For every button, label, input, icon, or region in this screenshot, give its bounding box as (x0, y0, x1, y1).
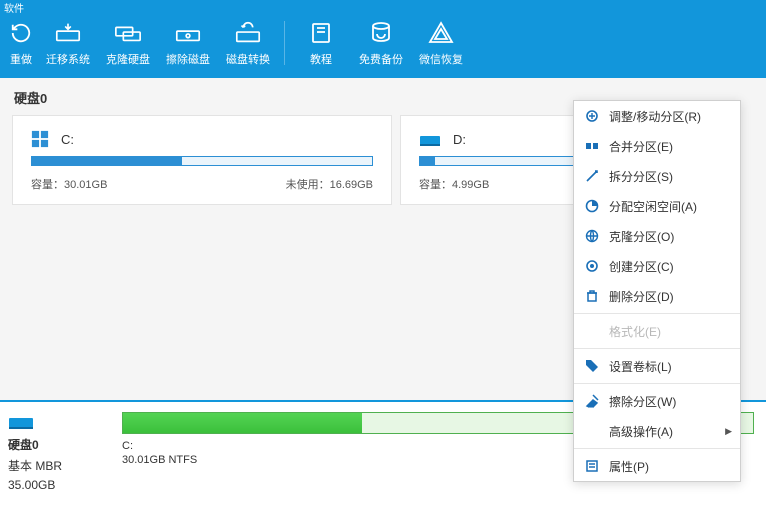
migrate-os-button[interactable]: 迁移系统 (38, 13, 98, 73)
book-icon (307, 19, 335, 47)
ctx-wipe[interactable]: 擦除分区(W) (574, 386, 740, 416)
properties-icon (584, 459, 599, 474)
ctx-separator (574, 383, 740, 384)
drive-wipe-icon (174, 19, 202, 47)
ctx-merge[interactable]: 合并分区(E) (574, 131, 740, 161)
ctx-separator (574, 348, 740, 349)
redo-button[interactable]: 重做 (4, 13, 38, 73)
ctx-split[interactable]: 拆分分区(S) (574, 161, 740, 191)
free-backup-button[interactable]: 免费备份 (351, 13, 411, 73)
hdd-summary-icon (8, 412, 34, 432)
partition-card-c[interactable]: C: 容量：30.01GB 未使用：16.69GB (12, 115, 392, 205)
drive-c-name: C: (61, 132, 74, 147)
ctx-resize-move[interactable]: 调整/移动分区(R) (574, 101, 740, 131)
triangle-icon (427, 19, 455, 47)
create-icon (584, 259, 599, 274)
split-icon (584, 169, 599, 184)
redo-label: 重做 (10, 51, 32, 67)
disk-summary-size: 35.00GB (8, 478, 55, 492)
wipe-disk-button[interactable]: 擦除磁盘 (158, 13, 218, 73)
ctx-properties[interactable]: 属性(P) (574, 451, 740, 481)
chevron-right-icon: ▶ (725, 426, 732, 437)
ctx-allocate[interactable]: 分配空闲空间(A) (574, 191, 740, 221)
db-refresh-icon (367, 19, 395, 47)
ctx-format: 格式化(E) (574, 316, 740, 346)
convert-disk-button[interactable]: 磁盘转换 (218, 13, 278, 73)
usage-bar-c (31, 156, 373, 166)
disk-summary-pane: 硬盘0 基本 MBR 35.00GB (0, 402, 110, 516)
pie-icon (584, 199, 599, 214)
toolbar-separator (284, 21, 285, 65)
merge-icon (584, 139, 599, 154)
redo-icon (7, 19, 35, 47)
clone-disk-button[interactable]: 克隆硬盘 (98, 13, 158, 73)
resize-icon (584, 109, 599, 124)
tutorial-button[interactable]: 教程 (291, 13, 351, 73)
ctx-create[interactable]: 创建分区(C) (574, 251, 740, 281)
toolbar: 重做 迁移系统 克隆硬盘 擦除磁盘 磁盘转换 教程 免费备份 微信恢复 (0, 8, 766, 78)
ctx-advanced[interactable]: 高级操作(A)▶ (574, 416, 740, 446)
disk-summary-name: 硬盘0 (8, 436, 39, 453)
tag-icon (584, 359, 599, 374)
drives-icon (114, 19, 142, 47)
ctx-separator (574, 448, 740, 449)
capacity-d: 容量：4.99GB (419, 176, 489, 192)
ctx-label[interactable]: 设置卷标(L) (574, 351, 740, 381)
wechat-recover-button[interactable]: 微信恢复 (411, 13, 471, 73)
drive-arrow-icon (54, 19, 82, 47)
title-bar: 软件 (0, 0, 766, 8)
capacity-c: 容量：30.01GB (31, 176, 107, 192)
disk-summary-type: 基本 MBR (8, 457, 62, 474)
broom-icon (584, 394, 599, 409)
windows-icon (31, 130, 49, 148)
globe-icon (584, 229, 599, 244)
trash-icon (584, 289, 599, 304)
drive-cycle-icon (234, 19, 262, 47)
ctx-delete[interactable]: 删除分区(D) (574, 281, 740, 311)
drive-d-name: D: (453, 132, 466, 147)
unused-c: 未使用：16.69GB (286, 176, 373, 192)
ctx-clone[interactable]: 克隆分区(O) (574, 221, 740, 251)
hdd-icon (419, 130, 441, 148)
ctx-separator (574, 313, 740, 314)
context-menu: 调整/移动分区(R) 合并分区(E) 拆分分区(S) 分配空闲空间(A) 克隆分… (573, 100, 741, 482)
